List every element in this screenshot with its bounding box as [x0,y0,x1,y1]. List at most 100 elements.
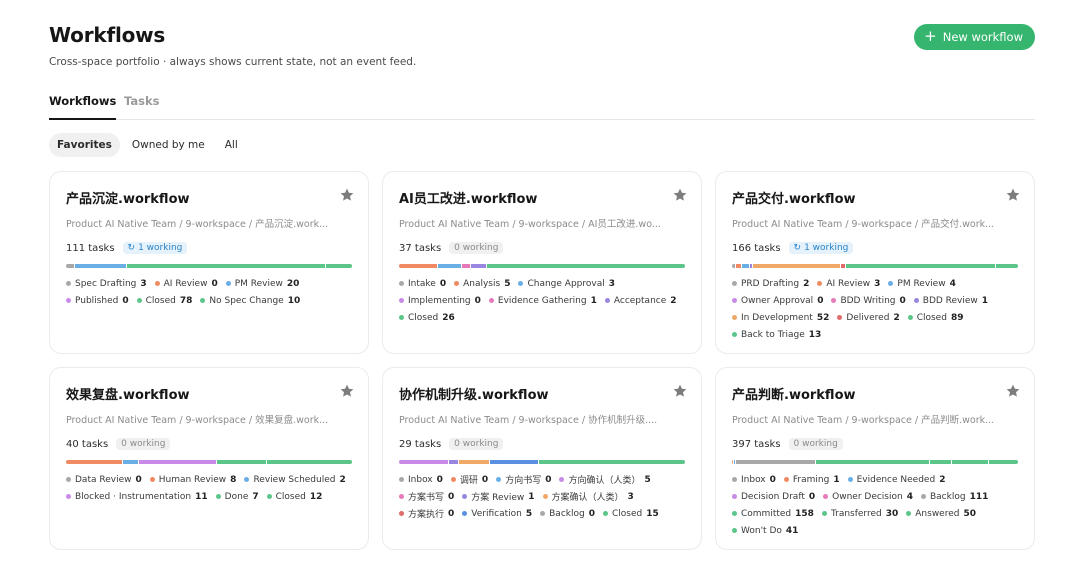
legend-label: BDD Writing [840,295,896,306]
filter-all[interactable]: All [217,133,246,157]
workflow-title[interactable]: 产品沉淀.workflow [66,188,352,207]
legend-label: Closed [145,295,176,306]
legend-dot [602,511,608,516]
status-badge: ↻ 1 working [788,242,854,254]
legend-value: 0 [135,474,142,485]
tab-tasks[interactable]: Tasks [124,94,159,120]
workflow-title[interactable]: 协作机制升级.workflow [399,384,685,403]
workflow-card[interactable]: 产品沉淀.workflow Product AI Native Team / 9-… [49,171,369,354]
legend-value: 0 [808,491,816,502]
legend-value: 30 [885,508,899,519]
progress-segment [126,264,326,268]
legend-value: 89 [950,312,964,323]
progress-segment [470,264,486,268]
workflow-title[interactable]: 产品交付.workflow [732,188,1018,207]
legend-label: Evidence Needed [856,474,936,485]
progress-segment [742,264,750,268]
workflow-card[interactable]: 产品交付.workflow Product AI Native Team / 9-… [715,171,1035,354]
star-icon[interactable] [1005,383,1021,399]
legend-dot [732,298,737,303]
legend-item: 方向书写 0 [496,473,551,486]
status-legend: Inbox 0 Framing 1 Evidence Needed 2 Decision D… [732,473,1024,537]
legend-item: Delivered 2 [837,311,900,324]
legend-value: 0 [122,295,129,306]
progress-bar [399,264,685,268]
legend-dot [907,315,913,320]
star-icon[interactable] [672,187,688,203]
legend-label: Done [224,491,249,502]
legend-value: 0 [588,508,595,519]
legend-label: Human Review [158,474,227,485]
workflow-meta: 29 tasks 0 working [399,436,685,452]
status-badge: 0 working [449,242,504,254]
legend-label: AI Review [826,278,871,289]
refresh-icon: ↻ [127,243,136,253]
status-badge-label: 0 working [454,439,499,449]
legend-value: 5 [644,474,651,485]
legend-label: 方案确认（人类） [551,493,624,503]
legend-dot [542,494,548,499]
workflows-page: Workflows Cross-space portfolio · always… [49,0,1035,561]
progress-segment [138,460,217,464]
star-icon[interactable] [339,383,355,399]
legend-dot [837,315,843,320]
workflow-card[interactable]: 效果复盘.workflow Product AI Native Team / 9-… [49,367,369,550]
progress-segment [123,460,138,464]
legend-value: 0 [211,278,218,289]
progress-segment [988,460,1018,464]
filter-favorites[interactable]: Favorites [49,133,120,157]
legend-label: Closed [916,312,947,323]
status-legend: Spec Drafting 3 AI Review 0 PM Review 20 Publi… [66,277,358,307]
progress-segment [736,264,742,268]
legend-label: 方向确认（人类） [568,476,641,486]
tab-bar: Workflows Tasks [49,94,1035,120]
legend-item: PM Review 4 [888,277,956,290]
filter-owned-by-me[interactable]: Owned by me [124,133,213,157]
progress-bar [732,264,1018,268]
legend-item: Implementing 0 [399,294,481,307]
legend-label: BDD Review [922,295,978,306]
legend-item: 方向确认（人类） 5 [559,473,651,486]
legend-item: Committed 158 [732,507,814,520]
legend-value: 0 [769,474,776,485]
legend-item: Back to Triage 13 [732,328,821,341]
star-icon[interactable] [1005,187,1021,203]
progress-segment [845,264,996,268]
legend-item: Verification 5 [462,507,532,520]
star-icon[interactable] [339,187,355,203]
legend-dot [920,494,926,499]
star-icon[interactable] [672,383,688,399]
legend-label: Owner Approval [741,295,814,306]
legend-label: Intake [408,278,436,289]
workflow-title[interactable]: 产品判断.workflow [732,384,1018,403]
workflow-title[interactable]: AI员工改进.workflow [399,188,685,207]
legend-dot [732,332,737,337]
progress-segment [217,460,267,464]
legend-item: Evidence Needed 2 [847,473,945,486]
legend-dot [399,281,404,286]
workflow-title[interactable]: 效果复盘.workflow [66,384,352,403]
workflow-meta: 111 tasks ↻ 1 working [66,240,352,256]
legend-value: 3 [627,491,634,502]
legend-item: 方案确认（人类） 3 [542,490,634,503]
legend-item: Decision Draft 0 [732,490,815,503]
workflow-card[interactable]: 产品判断.workflow Product AI Native Team / 9-… [715,367,1035,550]
new-workflow-button[interactable]: + New workflow [914,24,1035,50]
legend-item: 方案执行 0 [399,507,454,520]
legend-label: Backlog [929,491,966,502]
legend-dot [913,298,919,303]
legend-label: Framing [792,474,830,485]
status-badge-label: 1 working [138,243,183,253]
legend-item: Closed 26 [399,311,455,324]
tab-workflows[interactable]: Workflows [49,94,117,120]
progress-segment [539,460,685,464]
legend-dot [215,494,221,499]
legend-item: Human Review 8 [149,473,236,486]
legend-label: Delivered [846,312,890,323]
workflow-card[interactable]: AI员工改进.workflow Product AI Native Team / … [382,171,702,354]
legend-value: 0 [448,491,455,502]
legend-value: 11 [195,491,208,502]
legend-dot [823,494,829,499]
workflow-card[interactable]: 协作机制升级.workflow Product AI Native Team / … [382,367,702,550]
legend-dot [559,477,565,482]
